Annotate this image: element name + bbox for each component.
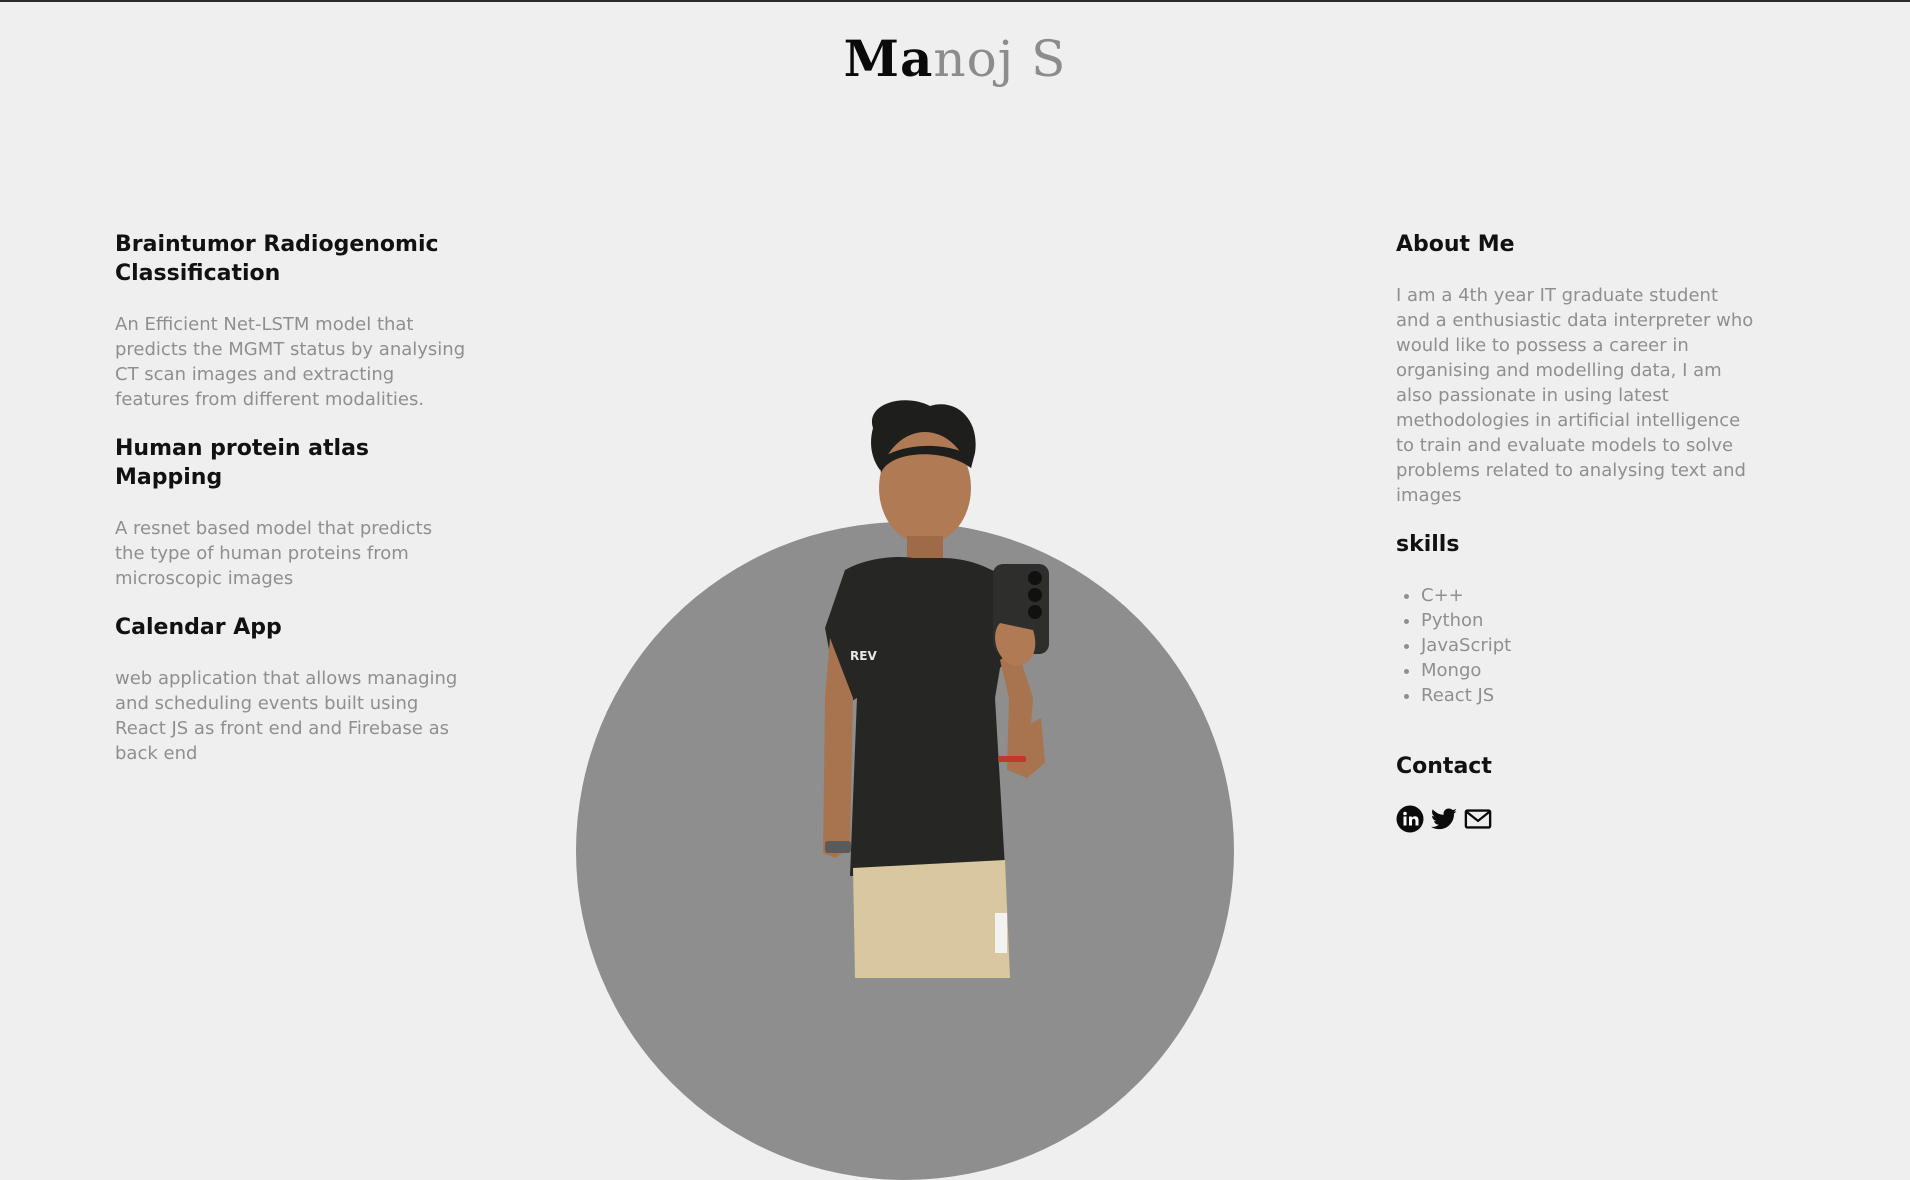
project-description: A resnet based model that predicts the t… — [115, 518, 433, 589]
projects-column: Braintumor Radiogenomic Classification A… — [115, 230, 467, 766]
about-column: About Me I am a 4th year IT graduate stu… — [1396, 230, 1756, 833]
skill-item: Mongo — [1421, 658, 1756, 683]
project-title: Calendar App — [115, 615, 282, 640]
svg-text:REV: REV — [850, 649, 877, 663]
logo-part-light: noj S — [933, 30, 1067, 88]
skill-item: Python — [1421, 608, 1756, 633]
project-title: Braintumor Radiogenomic Classification — [115, 232, 439, 286]
project-description: web application that allows managing and… — [115, 668, 458, 764]
social-links — [1396, 805, 1756, 833]
site-logo[interactable]: Manoj S — [0, 26, 1910, 92]
skill-item: C++ — [1421, 583, 1756, 608]
profile-photo: REV — [823, 400, 1049, 978]
project-description: An Efficient Net-LSTM model that predict… — [115, 314, 466, 410]
project-title: Human protein atlas Mapping — [115, 436, 370, 490]
logo-part-dark: Ma — [843, 29, 934, 88]
mail-icon[interactable] — [1464, 805, 1492, 833]
skill-item: React JS — [1421, 683, 1756, 708]
skills-list: C++ Python JavaScript Mongo React JS — [1396, 583, 1756, 708]
skill-item: JavaScript — [1421, 633, 1756, 658]
twitter-icon[interactable] — [1430, 805, 1458, 833]
contact-title: Contact — [1396, 754, 1492, 779]
skills-title: skills — [1396, 532, 1460, 557]
about-description: I am a 4th year IT graduate student and … — [1396, 285, 1754, 506]
about-title: About Me — [1396, 232, 1515, 257]
linkedin-icon[interactable] — [1396, 805, 1424, 833]
